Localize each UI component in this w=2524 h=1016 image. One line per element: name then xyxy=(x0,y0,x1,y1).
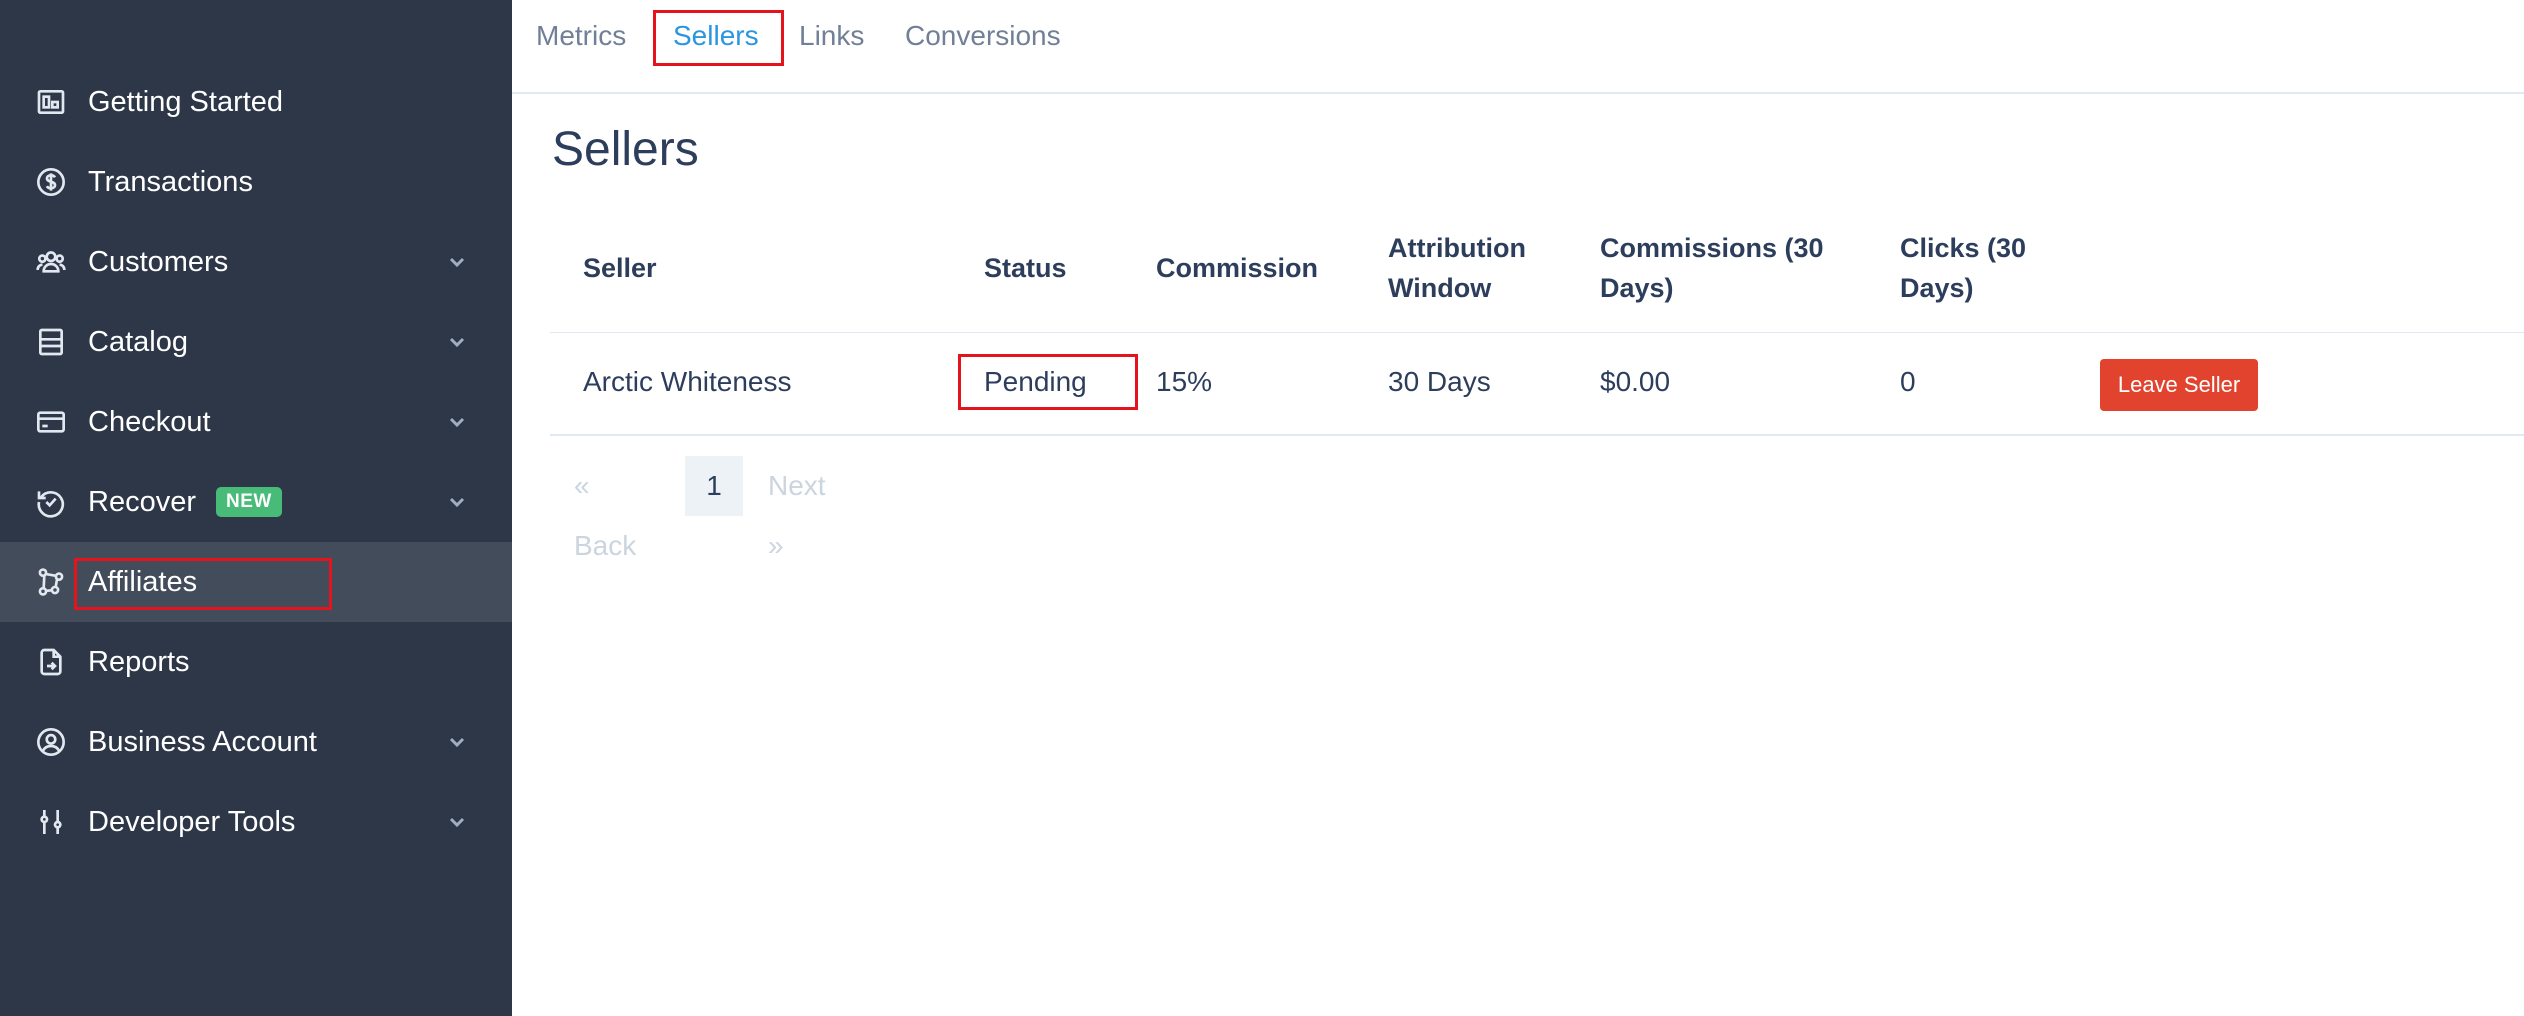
getting-started-icon xyxy=(34,85,68,119)
page-title: Sellers xyxy=(552,123,699,176)
header-line-2: Window xyxy=(1388,273,1492,303)
dollar-circle-icon xyxy=(34,165,68,199)
sidebar-item-recover[interactable]: Recover NEW xyxy=(0,462,512,542)
chevron-down-icon[interactable] xyxy=(448,413,466,431)
recover-icon xyxy=(34,485,68,519)
commission-value: 15% xyxy=(1156,366,1213,397)
chevron-down-icon[interactable] xyxy=(448,253,466,271)
sidebar-item-label: Transactions xyxy=(88,165,253,198)
reports-icon xyxy=(34,645,68,679)
new-badge: NEW xyxy=(216,487,282,517)
credit-card-icon xyxy=(34,405,68,439)
tab-sellers[interactable]: Sellers xyxy=(673,20,759,52)
users-icon xyxy=(34,245,68,279)
chevron-down-icon[interactable] xyxy=(448,733,466,751)
sidebar-item-business-account[interactable]: Business Account xyxy=(0,702,512,782)
sidebar-item-catalog[interactable]: Catalog xyxy=(0,302,512,382)
attribution-window-value: 30 Days xyxy=(1388,366,1491,397)
tab-links[interactable]: Links xyxy=(799,20,864,52)
sidebar-item-affiliates[interactable]: Affiliates xyxy=(0,542,512,622)
sidebar-item-label: Recover xyxy=(88,485,196,518)
sidebar-item-reports[interactable]: Reports xyxy=(0,622,512,702)
header-line-2: Days) xyxy=(1600,273,1674,303)
main-content: Metrics Sellers Links Conversions Seller… xyxy=(512,0,2524,1016)
catalog-icon xyxy=(34,325,68,359)
header-line-1: Clicks (30 xyxy=(1900,233,2027,263)
sidebar-item-label: Checkout xyxy=(88,405,211,438)
sidebar-item-transactions[interactable]: Transactions xyxy=(0,142,512,222)
column-header-attribution-window: Attribution Window xyxy=(1388,228,1526,308)
sidebar-item-label: Business Account xyxy=(88,725,317,758)
chevron-down-icon[interactable] xyxy=(448,493,466,511)
pagination-back[interactable]: « Back xyxy=(574,456,636,561)
sidebar-item-customers[interactable]: Customers xyxy=(0,222,512,302)
tab-metrics[interactable]: Metrics xyxy=(536,20,626,52)
sliders-icon xyxy=(34,805,68,839)
seller-name: Arctic Whiteness xyxy=(583,366,792,397)
column-header-clicks-30-days: Clicks (30 Days) xyxy=(1900,228,2026,308)
status-text: Pending xyxy=(984,366,1087,397)
sidebar-item-label: Getting Started xyxy=(88,85,284,118)
sidebar-item-label: Developer Tools xyxy=(88,805,296,838)
pagination-page-current[interactable]: 1 xyxy=(685,456,743,516)
leave-seller-button[interactable]: Leave Seller xyxy=(2100,359,2258,411)
affiliates-icon xyxy=(34,565,68,599)
sidebar-item-developer-tools[interactable]: Developer Tools xyxy=(0,782,512,862)
user-circle-icon xyxy=(34,725,68,759)
commissions-value: $0.00 xyxy=(1600,366,1671,397)
sidebar-item-checkout[interactable]: Checkout xyxy=(0,382,512,462)
divider xyxy=(550,434,2524,436)
sidebar-item-label: Customers xyxy=(88,245,229,278)
column-header-commission: Commission xyxy=(1156,253,1319,283)
sidebar-item-getting-started[interactable]: Getting Started xyxy=(0,62,512,142)
sidebar-item-label: Affiliates xyxy=(88,565,198,598)
tab-conversions[interactable]: Conversions xyxy=(905,20,1061,52)
header-line-2: Days) xyxy=(1900,273,1974,303)
divider xyxy=(550,332,2524,333)
header-line-1: Attribution xyxy=(1388,233,1526,263)
sidebar: Getting Started Transactions Customers C… xyxy=(0,0,512,1016)
sidebar-item-label: Reports xyxy=(88,645,190,678)
sidebar-nav: Getting Started Transactions Customers C… xyxy=(0,62,512,862)
column-header-status: Status xyxy=(984,253,1067,283)
column-header-seller: Seller xyxy=(583,253,657,283)
column-header-commissions-30-days: Commissions (30 Days) xyxy=(1600,228,1824,308)
sidebar-item-label: Catalog xyxy=(88,325,188,358)
clicks-value: 0 xyxy=(1900,366,1916,397)
pagination-next[interactable]: Next » xyxy=(768,456,826,561)
header-line-1: Commissions (30 xyxy=(1600,233,1824,263)
chevron-down-icon[interactable] xyxy=(448,333,466,351)
tab-bar: Metrics Sellers Links Conversions xyxy=(512,0,2524,94)
chevron-down-icon[interactable] xyxy=(448,813,466,831)
